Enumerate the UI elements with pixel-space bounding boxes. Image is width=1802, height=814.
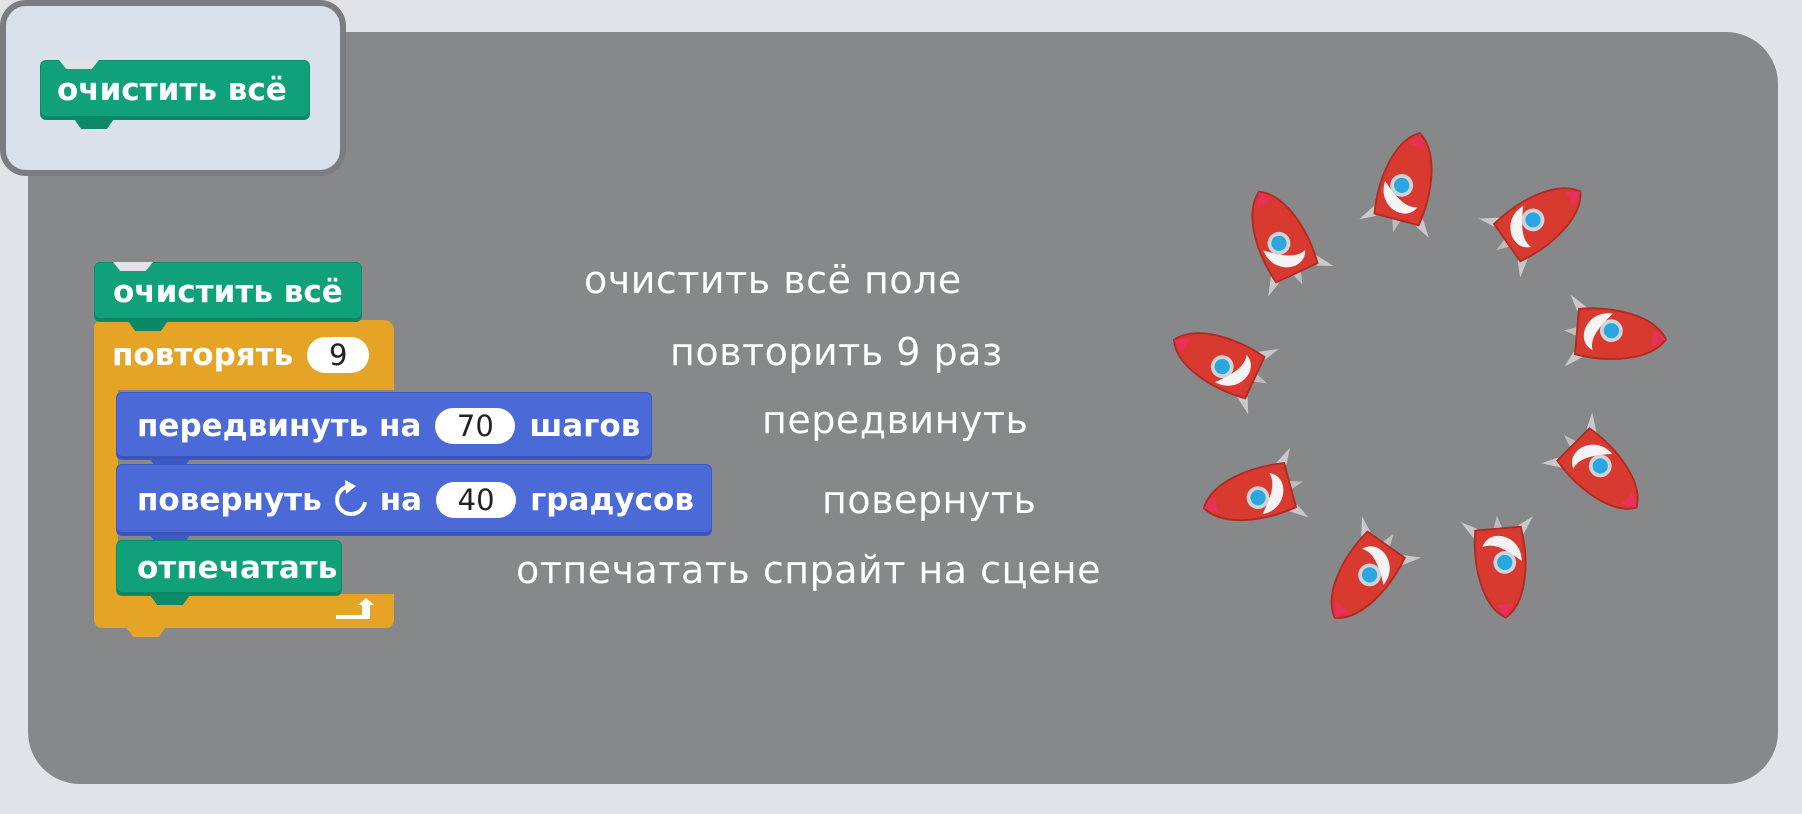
turn-degrees-input[interactable]: 40: [436, 482, 517, 518]
rocket-icon: [1559, 293, 1670, 377]
rocket-icon: [1537, 408, 1664, 535]
repeat-block-foot: [94, 594, 394, 628]
turn-block[interactable]: повернуть на 40 градусов: [116, 464, 712, 536]
block-badge: очистить всё: [0, 0, 346, 176]
annotation-repeat: повторить 9 раз: [670, 330, 1003, 374]
clear-block[interactable]: очистить всё: [94, 262, 362, 322]
turn-label: повернуть: [137, 482, 322, 518]
rocket-icon: [1170, 306, 1284, 417]
rocket-icon: [1474, 160, 1603, 281]
clear-block-sample[interactable]: очистить всё: [40, 60, 310, 120]
turn-on-label: на: [379, 482, 423, 518]
annotation-clear: очистить всё поле: [584, 258, 962, 302]
rocket-icon: [1225, 175, 1337, 301]
move-steps-input[interactable]: 70: [435, 408, 516, 444]
stamped-rockets: [1170, 122, 1670, 638]
rocket-icon: [1357, 122, 1456, 243]
move-block[interactable]: передвинуть на 70 шагов: [116, 392, 652, 460]
repeat-block-arm: [94, 386, 118, 596]
block-tab: [74, 119, 114, 129]
annotation-turn: повернуть: [822, 478, 1037, 522]
rocket-icon: [1304, 512, 1425, 638]
stamp-block[interactable]: отпечатать: [116, 540, 342, 596]
repeat-count-input[interactable]: 9: [307, 337, 370, 373]
repeat-label: повторять: [112, 337, 294, 373]
move-label: передвинуть на: [137, 408, 422, 444]
rocket-icon: [1193, 445, 1314, 545]
rocket-icon: [1459, 511, 1543, 622]
annotation-stamp: отпечатать спрайт на сцене: [516, 548, 1102, 592]
turn-units: градусов: [530, 482, 694, 518]
move-units: шагов: [529, 408, 641, 444]
loop-arrow-icon: [332, 593, 380, 629]
clear-block-sample-label: очистить всё: [57, 72, 287, 108]
stamp-label: отпечатать: [137, 550, 338, 586]
annotation-move: передвинуть: [762, 398, 1029, 442]
turn-right-icon: [332, 478, 370, 522]
clear-block-label: очистить всё: [113, 274, 343, 310]
